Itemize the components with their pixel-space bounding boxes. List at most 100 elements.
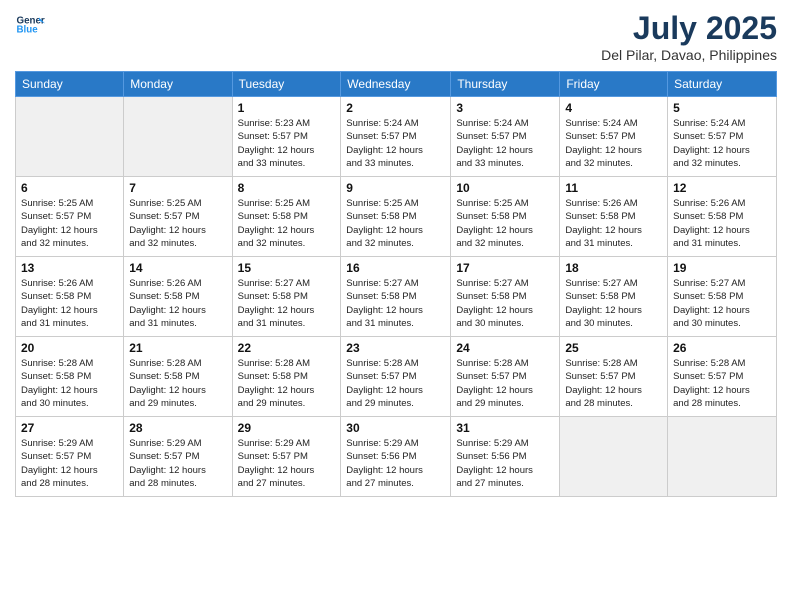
calendar-cell: 9 Sunrise: 5:25 AM Sunset: 5:58 PM Daylig…: [341, 177, 451, 257]
calendar-cell: 4Sunrise: 5:24 AM Sunset: 5:57 PM Daylig…: [560, 97, 668, 177]
day-info: Sunrise: 5:24 AM Sunset: 5:57 PM Dayligh…: [456, 117, 554, 170]
day-number: 1: [238, 101, 336, 115]
day-number: 10: [456, 181, 554, 195]
day-number: 9: [346, 181, 445, 195]
day-info: Sunrise: 5:28 AM Sunset: 5:58 PM Dayligh…: [129, 357, 226, 410]
calendar-cell: 11 Sunrise: 5:26 AM Sunset: 5:58 PM Dayli…: [560, 177, 668, 257]
calendar-cell: 6 Sunrise: 5:25 AM Sunset: 5:57 PM Daylig…: [16, 177, 124, 257]
day-info: Sunrise: 5:29 AM Sunset: 5:56 PM Dayligh…: [346, 437, 445, 490]
day-number: 6: [21, 181, 118, 195]
weekday-header-wednesday: Wednesday: [341, 72, 451, 97]
day-info: Sunrise: 5:28 AM Sunset: 5:57 PM Dayligh…: [456, 357, 554, 410]
day-info: Sunrise: 5:29 AM Sunset: 5:57 PM Dayligh…: [238, 437, 336, 490]
svg-text:Blue: Blue: [17, 25, 39, 36]
calendar-cell: 2 Sunrise: 5:24 AM Sunset: 5:57 PM Daylig…: [341, 97, 451, 177]
day-info: Sunrise: 5:29 AM Sunset: 5:56 PM Dayligh…: [456, 437, 554, 490]
day-info: Sunrise: 5:25 AM Sunset: 5:57 PM Dayligh…: [21, 197, 118, 250]
day-info: Sunrise: 5:27 AM Sunset: 5:58 PM Dayligh…: [673, 277, 771, 330]
day-info: Sunrise: 5:26 AM Sunset: 5:58 PM Dayligh…: [673, 197, 771, 250]
day-number: 19: [673, 261, 771, 275]
day-number: 26: [673, 341, 771, 355]
calendar-cell: 21Sunrise: 5:28 AM Sunset: 5:58 PM Dayli…: [124, 337, 232, 417]
calendar-cell: 25 Sunrise: 5:28 AM Sunset: 5:57 PM Dayli…: [560, 337, 668, 417]
day-number: 24: [456, 341, 554, 355]
day-number: 15: [238, 261, 336, 275]
day-number: 14: [129, 261, 226, 275]
weekday-header-monday: Monday: [124, 72, 232, 97]
weekday-header-row: SundayMondayTuesdayWednesdayThursdayFrid…: [16, 72, 777, 97]
weekday-header-friday: Friday: [560, 72, 668, 97]
day-info: Sunrise: 5:27 AM Sunset: 5:58 PM Dayligh…: [238, 277, 336, 330]
day-number: 12: [673, 181, 771, 195]
calendar-cell: 15 Sunrise: 5:27 AM Sunset: 5:58 PM Dayli…: [232, 257, 341, 337]
weekday-header-sunday: Sunday: [16, 72, 124, 97]
day-number: 20: [21, 341, 118, 355]
day-number: 11: [565, 181, 662, 195]
calendar-cell: 7Sunrise: 5:25 AM Sunset: 5:57 PM Daylig…: [124, 177, 232, 257]
weekday-header-saturday: Saturday: [668, 72, 777, 97]
day-info: Sunrise: 5:27 AM Sunset: 5:58 PM Dayligh…: [346, 277, 445, 330]
day-number: 27: [21, 421, 118, 435]
page: General Blue July 2025 Del Pilar, Davao,…: [0, 0, 792, 612]
day-info: Sunrise: 5:27 AM Sunset: 5:58 PM Dayligh…: [565, 277, 662, 330]
day-info: Sunrise: 5:28 AM Sunset: 5:57 PM Dayligh…: [673, 357, 771, 410]
calendar-cell: 18 Sunrise: 5:27 AM Sunset: 5:58 PM Dayli…: [560, 257, 668, 337]
day-info: Sunrise: 5:26 AM Sunset: 5:58 PM Dayligh…: [21, 277, 118, 330]
day-number: 5: [673, 101, 771, 115]
calendar-cell: 19 Sunrise: 5:27 AM Sunset: 5:58 PM Dayli…: [668, 257, 777, 337]
calendar-cell: [668, 417, 777, 497]
day-number: 7: [129, 181, 226, 195]
day-info: Sunrise: 5:24 AM Sunset: 5:57 PM Dayligh…: [346, 117, 445, 170]
day-number: 13: [21, 261, 118, 275]
day-info: Sunrise: 5:24 AM Sunset: 5:57 PM Dayligh…: [565, 117, 662, 170]
day-info: Sunrise: 5:25 AM Sunset: 5:58 PM Dayligh…: [238, 197, 336, 250]
day-number: 28: [129, 421, 226, 435]
calendar-cell: 1Sunrise: 5:23 AM Sunset: 5:57 PM Daylig…: [232, 97, 341, 177]
week-row-4: 27 Sunrise: 5:29 AM Sunset: 5:57 PM Dayli…: [16, 417, 777, 497]
logo-icon: General Blue: [15, 10, 45, 40]
day-info: Sunrise: 5:27 AM Sunset: 5:58 PM Dayligh…: [456, 277, 554, 330]
day-info: Sunrise: 5:25 AM Sunset: 5:58 PM Dayligh…: [456, 197, 554, 250]
day-info: Sunrise: 5:28 AM Sunset: 5:57 PM Dayligh…: [346, 357, 445, 410]
calendar-cell: 20Sunrise: 5:28 AM Sunset: 5:58 PM Dayli…: [16, 337, 124, 417]
calendar-cell: 5Sunrise: 5:24 AM Sunset: 5:57 PM Daylig…: [668, 97, 777, 177]
day-info: Sunrise: 5:26 AM Sunset: 5:58 PM Dayligh…: [129, 277, 226, 330]
day-number: 25: [565, 341, 662, 355]
day-number: 18: [565, 261, 662, 275]
calendar-table: SundayMondayTuesdayWednesdayThursdayFrid…: [15, 71, 777, 497]
day-number: 3: [456, 101, 554, 115]
title-block: July 2025 Del Pilar, Davao, Philippines: [601, 10, 777, 63]
location: Del Pilar, Davao, Philippines: [601, 47, 777, 63]
day-info: Sunrise: 5:28 AM Sunset: 5:57 PM Dayligh…: [565, 357, 662, 410]
calendar-cell: 23 Sunrise: 5:28 AM Sunset: 5:57 PM Dayli…: [341, 337, 451, 417]
week-row-1: 6 Sunrise: 5:25 AM Sunset: 5:57 PM Daylig…: [16, 177, 777, 257]
calendar-cell: 28 Sunrise: 5:29 AM Sunset: 5:57 PM Dayli…: [124, 417, 232, 497]
calendar-cell: 24 Sunrise: 5:28 AM Sunset: 5:57 PM Dayli…: [451, 337, 560, 417]
day-number: 2: [346, 101, 445, 115]
day-number: 23: [346, 341, 445, 355]
calendar-cell: [124, 97, 232, 177]
calendar-cell: 17 Sunrise: 5:27 AM Sunset: 5:58 PM Dayli…: [451, 257, 560, 337]
day-info: Sunrise: 5:29 AM Sunset: 5:57 PM Dayligh…: [129, 437, 226, 490]
day-info: Sunrise: 5:29 AM Sunset: 5:57 PM Dayligh…: [21, 437, 118, 490]
day-info: Sunrise: 5:26 AM Sunset: 5:58 PM Dayligh…: [565, 197, 662, 250]
calendar-cell: 22 Sunrise: 5:28 AM Sunset: 5:58 PM Dayli…: [232, 337, 341, 417]
calendar-cell: 13 Sunrise: 5:26 AM Sunset: 5:58 PM Dayli…: [16, 257, 124, 337]
day-number: 8: [238, 181, 336, 195]
calendar-cell: [560, 417, 668, 497]
calendar-cell: 8 Sunrise: 5:25 AM Sunset: 5:58 PM Daylig…: [232, 177, 341, 257]
month-title: July 2025: [601, 10, 777, 47]
calendar-cell: 26 Sunrise: 5:28 AM Sunset: 5:57 PM Dayli…: [668, 337, 777, 417]
calendar-cell: 12 Sunrise: 5:26 AM Sunset: 5:58 PM Dayli…: [668, 177, 777, 257]
calendar-cell: 14 Sunrise: 5:26 AM Sunset: 5:58 PM Dayli…: [124, 257, 232, 337]
logo: General Blue: [15, 10, 45, 40]
day-number: 22: [238, 341, 336, 355]
day-info: Sunrise: 5:28 AM Sunset: 5:58 PM Dayligh…: [238, 357, 336, 410]
day-number: 16: [346, 261, 445, 275]
day-number: 29: [238, 421, 336, 435]
day-info: Sunrise: 5:25 AM Sunset: 5:58 PM Dayligh…: [346, 197, 445, 250]
calendar-cell: 27 Sunrise: 5:29 AM Sunset: 5:57 PM Dayli…: [16, 417, 124, 497]
week-row-2: 13 Sunrise: 5:26 AM Sunset: 5:58 PM Dayli…: [16, 257, 777, 337]
day-number: 17: [456, 261, 554, 275]
calendar-cell: 30Sunrise: 5:29 AM Sunset: 5:56 PM Dayli…: [341, 417, 451, 497]
